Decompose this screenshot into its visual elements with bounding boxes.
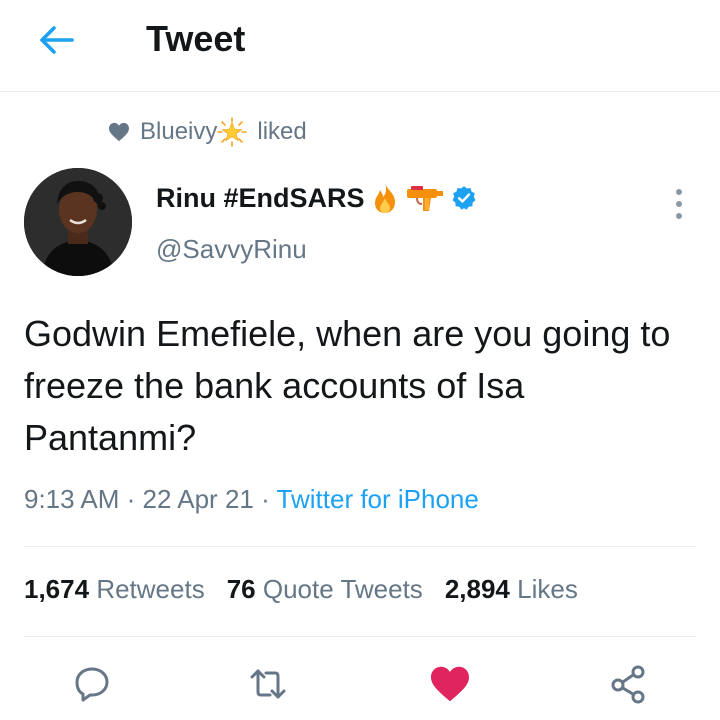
author-handle[interactable]: @SavvyRinu: [156, 234, 307, 265]
tweet-time: 9:13 AM: [24, 484, 120, 514]
retweet-icon: [250, 669, 286, 699]
glowing-star-icon: [217, 117, 248, 147]
verified-badge-icon: [452, 186, 475, 210]
likes-count: 2,894: [444, 574, 510, 604]
tweet-text: Godwin Emefiele, when are you going to f…: [24, 313, 671, 458]
more-dot-icon: [676, 213, 682, 219]
page-title: Tweet: [146, 18, 246, 59]
tweet-meta: 9:13 AM · 22 Apr 21 · Twitter for iPhone: [24, 484, 479, 515]
tweet-source-link[interactable]: Twitter for iPhone: [277, 484, 479, 514]
heart-filled-icon: [431, 666, 469, 702]
avatar[interactable]: [24, 168, 132, 276]
divider: [24, 546, 696, 547]
liker-name: Blueivy: [140, 118, 218, 145]
water-gun-emoji-icon: [406, 186, 443, 211]
social-action-label: liked: [257, 118, 307, 145]
share-icon: [611, 665, 645, 704]
likes-stat[interactable]: 2,894 Likes: [445, 574, 578, 605]
retweet-button[interactable]: [244, 660, 292, 708]
retweets-label: Retweets: [96, 574, 205, 604]
reply-icon: [75, 667, 109, 702]
liker-name-link[interactable]: Blueivy: [140, 117, 248, 147]
top-bar: Tweet: [0, 0, 720, 92]
reply-button[interactable]: [68, 660, 116, 708]
quote-tweets-label: Quote Tweets: [262, 574, 423, 604]
retweets-stat[interactable]: 1,674 Retweets: [24, 574, 205, 605]
like-button[interactable]: [426, 660, 474, 708]
quote-tweets-stat[interactable]: 76 Quote Tweets: [227, 574, 423, 605]
back-button[interactable]: [36, 22, 76, 58]
quote-tweets-count: 76: [226, 574, 256, 604]
divider: [24, 636, 696, 637]
fire-emoji-icon: [374, 183, 395, 213]
avatar-photo: [24, 168, 132, 276]
meta-separator: ·: [261, 484, 270, 514]
retweets-count: 1,674: [24, 574, 90, 604]
tweet-action-bar: [0, 660, 720, 710]
author-name[interactable]: Rinu #EndSARS: [156, 182, 477, 214]
author-display-name: Rinu #EndSARS: [156, 182, 365, 213]
arrow-left-icon: [40, 26, 74, 54]
likes-label: Likes: [517, 574, 578, 604]
social-context: Blueivy liked: [108, 116, 307, 148]
share-button[interactable]: [604, 660, 652, 708]
tweet-stats: 1,674 Retweets 76 Quote Tweets 2,894 Lik…: [24, 574, 578, 605]
tweet-date: 22 Apr 21: [142, 484, 254, 514]
more-dot-icon: [676, 189, 682, 195]
more-dot-icon: [676, 201, 682, 207]
more-options-button[interactable]: [664, 184, 694, 224]
heart-icon: [109, 122, 129, 142]
meta-separator: ·: [126, 484, 136, 514]
